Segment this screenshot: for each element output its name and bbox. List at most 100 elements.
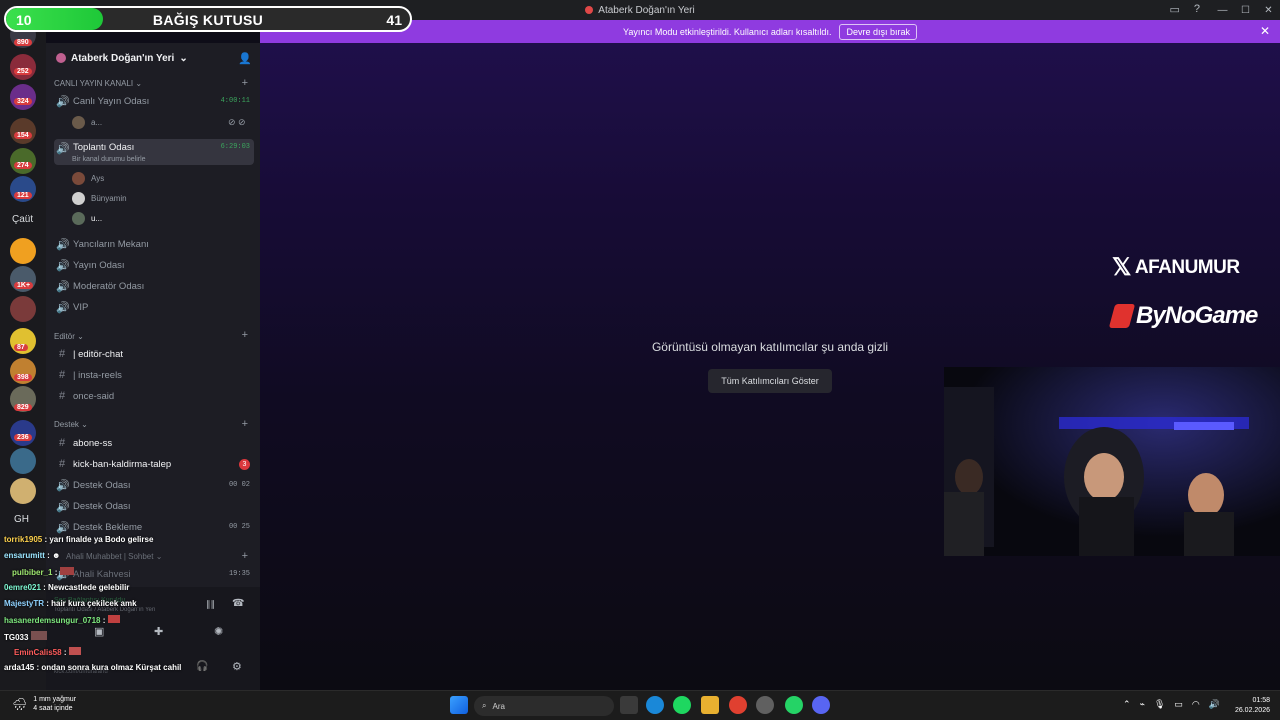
help-icon[interactable]: ? <box>1194 3 1200 16</box>
chat-username: 0emre021 <box>4 583 41 592</box>
start-icon[interactable] <box>450 696 468 714</box>
app-icon[interactable] <box>756 696 774 714</box>
add-person-icon[interactable]: 👤 <box>238 52 252 65</box>
server-text-icon[interactable]: Çaüt <box>12 214 33 225</box>
server-icon[interactable] <box>10 448 36 474</box>
voice-icon: 🔊 <box>56 143 70 155</box>
server-text-icon[interactable]: GH <box>14 514 29 525</box>
server-icon[interactable] <box>10 84 36 110</box>
voice-channel-moderator[interactable]: 🔊 Moderatör Odası <box>54 276 254 296</box>
voice-icon: 🔊 <box>56 301 70 314</box>
spotify-icon[interactable] <box>673 696 691 714</box>
chrome-icon[interactable] <box>729 696 747 714</box>
banner-text: Yayıncı Modu etkinleştirildi. Kullanıcı … <box>623 26 832 37</box>
chat-message: 0emre021 : Newcastlede gelebilir <box>4 583 130 592</box>
disable-streamer-mode-button[interactable]: Devre dışı bırak <box>839 23 917 40</box>
server-icon[interactable] <box>10 238 36 264</box>
channel-status[interactable]: Bir kanal durumu belirle <box>72 156 146 163</box>
chat-username: hasanerdemsungur_0718 <box>4 616 101 625</box>
wifi-icon[interactable]: ◠ <box>1192 699 1200 710</box>
microphone-icon[interactable]: 🎙 <box>1154 699 1165 710</box>
server-badge: 274 <box>14 162 32 169</box>
stream-chat-overlay: torrik1905 : yarı finalde ya Bodo gelirs… <box>0 532 260 682</box>
emote-icon <box>68 647 81 655</box>
inbox-icon[interactable]: ▭ <box>1169 3 1179 16</box>
server-icon[interactable] <box>10 296 36 322</box>
text-channel-abone-ss[interactable]: # abone-ss <box>54 433 254 453</box>
voice-user[interactable]: Ays <box>72 169 104 187</box>
server-badge: 236 <box>14 434 32 441</box>
server-header[interactable]: Ataberk Doğan'ın Yeri ⌄ 👤 <box>46 43 260 73</box>
text-channel-insta-reels[interactable]: # | insta-reels <box>54 365 254 385</box>
server-badge: 398 <box>14 374 32 381</box>
hash-icon: # <box>58 437 66 449</box>
voice-icon: 🔊 <box>56 238 70 251</box>
voice-icon: 🔊 <box>56 259 70 272</box>
voice-channel-yanci[interactable]: 🔊 Yancıların Mekanı <box>54 234 254 254</box>
voice-channel-destek-2[interactable]: 🔊 Destek Odası <box>54 496 254 516</box>
maximize-button[interactable]: ☐ <box>1234 0 1257 20</box>
voice-user[interactable]: u... <box>72 209 102 227</box>
chat-message: TG033 <box>4 631 47 642</box>
voice-channel-vip[interactable]: 🔊 VIP <box>54 297 254 317</box>
file-explorer-icon[interactable] <box>701 696 719 714</box>
network-icon[interactable]: ⌁ <box>1140 699 1145 710</box>
whatsapp-icon[interactable] <box>785 696 803 714</box>
chat-username: arda145 <box>4 663 35 672</box>
chat-username: torrik1905 <box>4 535 43 544</box>
donation-label: BAĞIŞ KUTUSU <box>152 12 264 28</box>
text-channel-once-said[interactable]: # once-said <box>54 386 254 406</box>
chat-username: pulbiber_1 <box>12 568 53 577</box>
chat-message: MajestyTR : hair kura çekilcek amk <box>4 599 137 608</box>
voice-icon: 🔊 <box>56 500 70 513</box>
show-all-participants-button[interactable]: Tüm Katılımcıları Göster <box>708 369 832 393</box>
display-icon[interactable]: ▭ <box>1174 699 1183 710</box>
category-live[interactable]: CANLI YAYIN KANALI ⌄ <box>54 79 142 88</box>
weather-widget[interactable]: 🌧 1 mm yağmur 4 saat içinde <box>12 695 76 713</box>
server-badge: 154 <box>14 132 32 139</box>
chat-message: torrik1905 : yarı finalde ya Bodo gelirs… <box>4 535 154 544</box>
server-icon[interactable] <box>10 118 36 144</box>
emote-icon <box>30 631 47 640</box>
server-icon[interactable] <box>10 54 36 80</box>
discord-icon[interactable] <box>812 696 830 714</box>
category-editor[interactable]: Editör ⌄ <box>54 332 84 341</box>
window-title: Ataberk Doğan'ın Yeri <box>585 5 695 16</box>
chat-text: Newcastlede gelebilir <box>48 583 130 592</box>
chat-text: ondan sonra kura olmaz Kürşat cahil <box>41 663 182 672</box>
avatar <box>72 211 85 225</box>
voice-channel-live-room[interactable]: 🔊 Canlı Yayın Odası 4:00:11 <box>54 91 254 111</box>
minimize-button[interactable]: — <box>1211 0 1234 20</box>
emote-icon <box>59 567 74 575</box>
volume-icon[interactable]: 🔊 <box>1209 699 1220 710</box>
voice-icon: 🔊 <box>56 479 70 492</box>
voice-channel-yayin[interactable]: 🔊 Yayın Odası <box>54 255 254 275</box>
webcam-feed <box>944 367 1280 556</box>
server-icon[interactable] <box>10 420 36 446</box>
hash-icon: # <box>58 390 66 402</box>
bynogame-sponsor: ByNoGame <box>1108 302 1258 330</box>
server-icon[interactable] <box>10 148 36 174</box>
webcam-image <box>944 367 1280 556</box>
chevron-up-icon[interactable]: ⌃ <box>1123 699 1131 710</box>
edge-icon[interactable] <box>646 696 664 714</box>
category-destek[interactable]: Destek ⌄ <box>54 420 88 429</box>
close-window-button[interactable]: ✕ <box>1257 0 1280 20</box>
text-channel-kick-ban[interactable]: # kick-ban-kaldirma-talep 3 <box>54 454 254 474</box>
add-channel-icon[interactable]: + <box>242 418 248 430</box>
server-badge: 890 <box>14 39 32 46</box>
voice-user[interactable]: Bünyamin <box>72 189 127 207</box>
add-channel-icon[interactable]: + <box>242 77 248 89</box>
close-banner-icon[interactable]: ✕ <box>1260 24 1270 38</box>
add-channel-icon[interactable]: + <box>242 329 248 341</box>
voice-user[interactable]: a... <box>72 113 102 131</box>
task-view-icon[interactable] <box>620 696 638 714</box>
voice-channel-destek-1[interactable]: 🔊 Destek Odası 00 02 <box>54 475 254 495</box>
clock[interactable]: 01:58 26.02.2026 <box>1235 696 1270 716</box>
x-logo-icon: 𝕏 <box>1112 254 1131 281</box>
text-channel-editor-chat[interactable]: # | editör-chat <box>54 344 254 364</box>
system-tray: ⌃ ⌁ 🎙 ▭ ◠ 🔊 <box>1123 699 1220 710</box>
hidden-participants-message: Görüntüsü olmayan katılımcılar şu anda g… <box>651 340 889 354</box>
server-icon[interactable] <box>10 478 36 504</box>
search-box[interactable]: ⌕ Ara <box>474 696 614 716</box>
